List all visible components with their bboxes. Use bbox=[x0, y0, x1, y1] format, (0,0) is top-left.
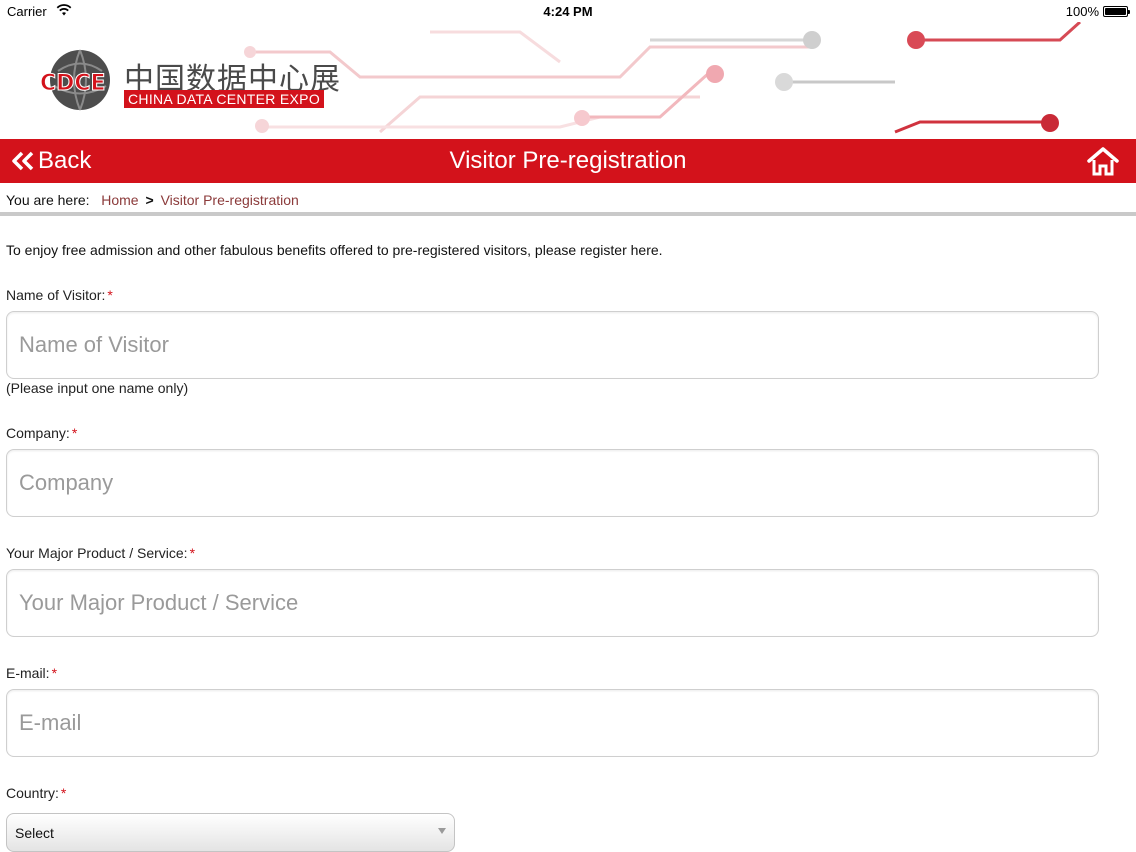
company-input[interactable] bbox=[6, 449, 1099, 517]
required-mark: * bbox=[189, 545, 196, 561]
intro-text: To enjoy free admission and other fabulo… bbox=[6, 242, 663, 258]
logo-english-name: CHINA DATA CENTER EXPO bbox=[124, 90, 325, 108]
breadcrumb: You are here: Home > Visitor Pre-registr… bbox=[0, 183, 1136, 216]
breadcrumb-lead: You are here: bbox=[6, 192, 90, 208]
name-hint: (Please input one name only) bbox=[6, 380, 189, 396]
battery-icon bbox=[1103, 6, 1130, 17]
svg-text:CDCE: CDCE bbox=[40, 71, 106, 96]
product-label-text: Your Major Product / Service: bbox=[6, 545, 188, 561]
country-select-value: Select bbox=[15, 825, 54, 841]
chevron-down-icon bbox=[438, 828, 446, 834]
home-icon[interactable] bbox=[1086, 146, 1120, 176]
breadcrumb-current-link[interactable]: Visitor Pre-registration bbox=[161, 192, 299, 208]
globe-logo-icon: CDCE bbox=[40, 49, 110, 111]
country-select[interactable]: Select bbox=[6, 813, 455, 852]
required-mark: * bbox=[71, 425, 78, 441]
name-label-text: Name of Visitor: bbox=[6, 287, 106, 303]
required-mark: * bbox=[51, 665, 58, 681]
status-bar: Carrier 4:24 PM 100% bbox=[0, 0, 1136, 22]
name-field-label: Name of Visitor: * bbox=[6, 287, 113, 303]
header-banner: CDCE 中国数据中心展 CHINA DATA CENTER EXPO bbox=[0, 22, 1136, 139]
breadcrumb-separator: > bbox=[145, 192, 154, 208]
company-label-text: Company: bbox=[6, 425, 70, 441]
nav-bar: Back Visitor Pre-registration bbox=[0, 139, 1136, 183]
product-field-label: Your Major Product / Service: * bbox=[6, 545, 195, 561]
country-field-label: Country: * bbox=[6, 785, 66, 801]
email-input[interactable] bbox=[6, 689, 1099, 757]
clock: 4:24 PM bbox=[543, 4, 593, 19]
country-label-text: Country: bbox=[6, 785, 59, 801]
company-field-label: Company: * bbox=[6, 425, 77, 441]
email-field-label: E-mail: * bbox=[6, 665, 57, 681]
page-title: Visitor Pre-registration bbox=[449, 147, 687, 174]
required-mark: * bbox=[60, 785, 67, 801]
email-label-text: E-mail: bbox=[6, 665, 50, 681]
required-mark: * bbox=[107, 287, 113, 303]
expo-logo[interactable]: CDCE 中国数据中心展 CHINA DATA CENTER EXPO bbox=[38, 46, 348, 116]
product-input[interactable] bbox=[6, 569, 1099, 637]
name-input[interactable] bbox=[6, 311, 1099, 379]
battery-percent: 100% bbox=[1065, 4, 1099, 19]
breadcrumb-home-link[interactable]: Home bbox=[101, 192, 138, 208]
